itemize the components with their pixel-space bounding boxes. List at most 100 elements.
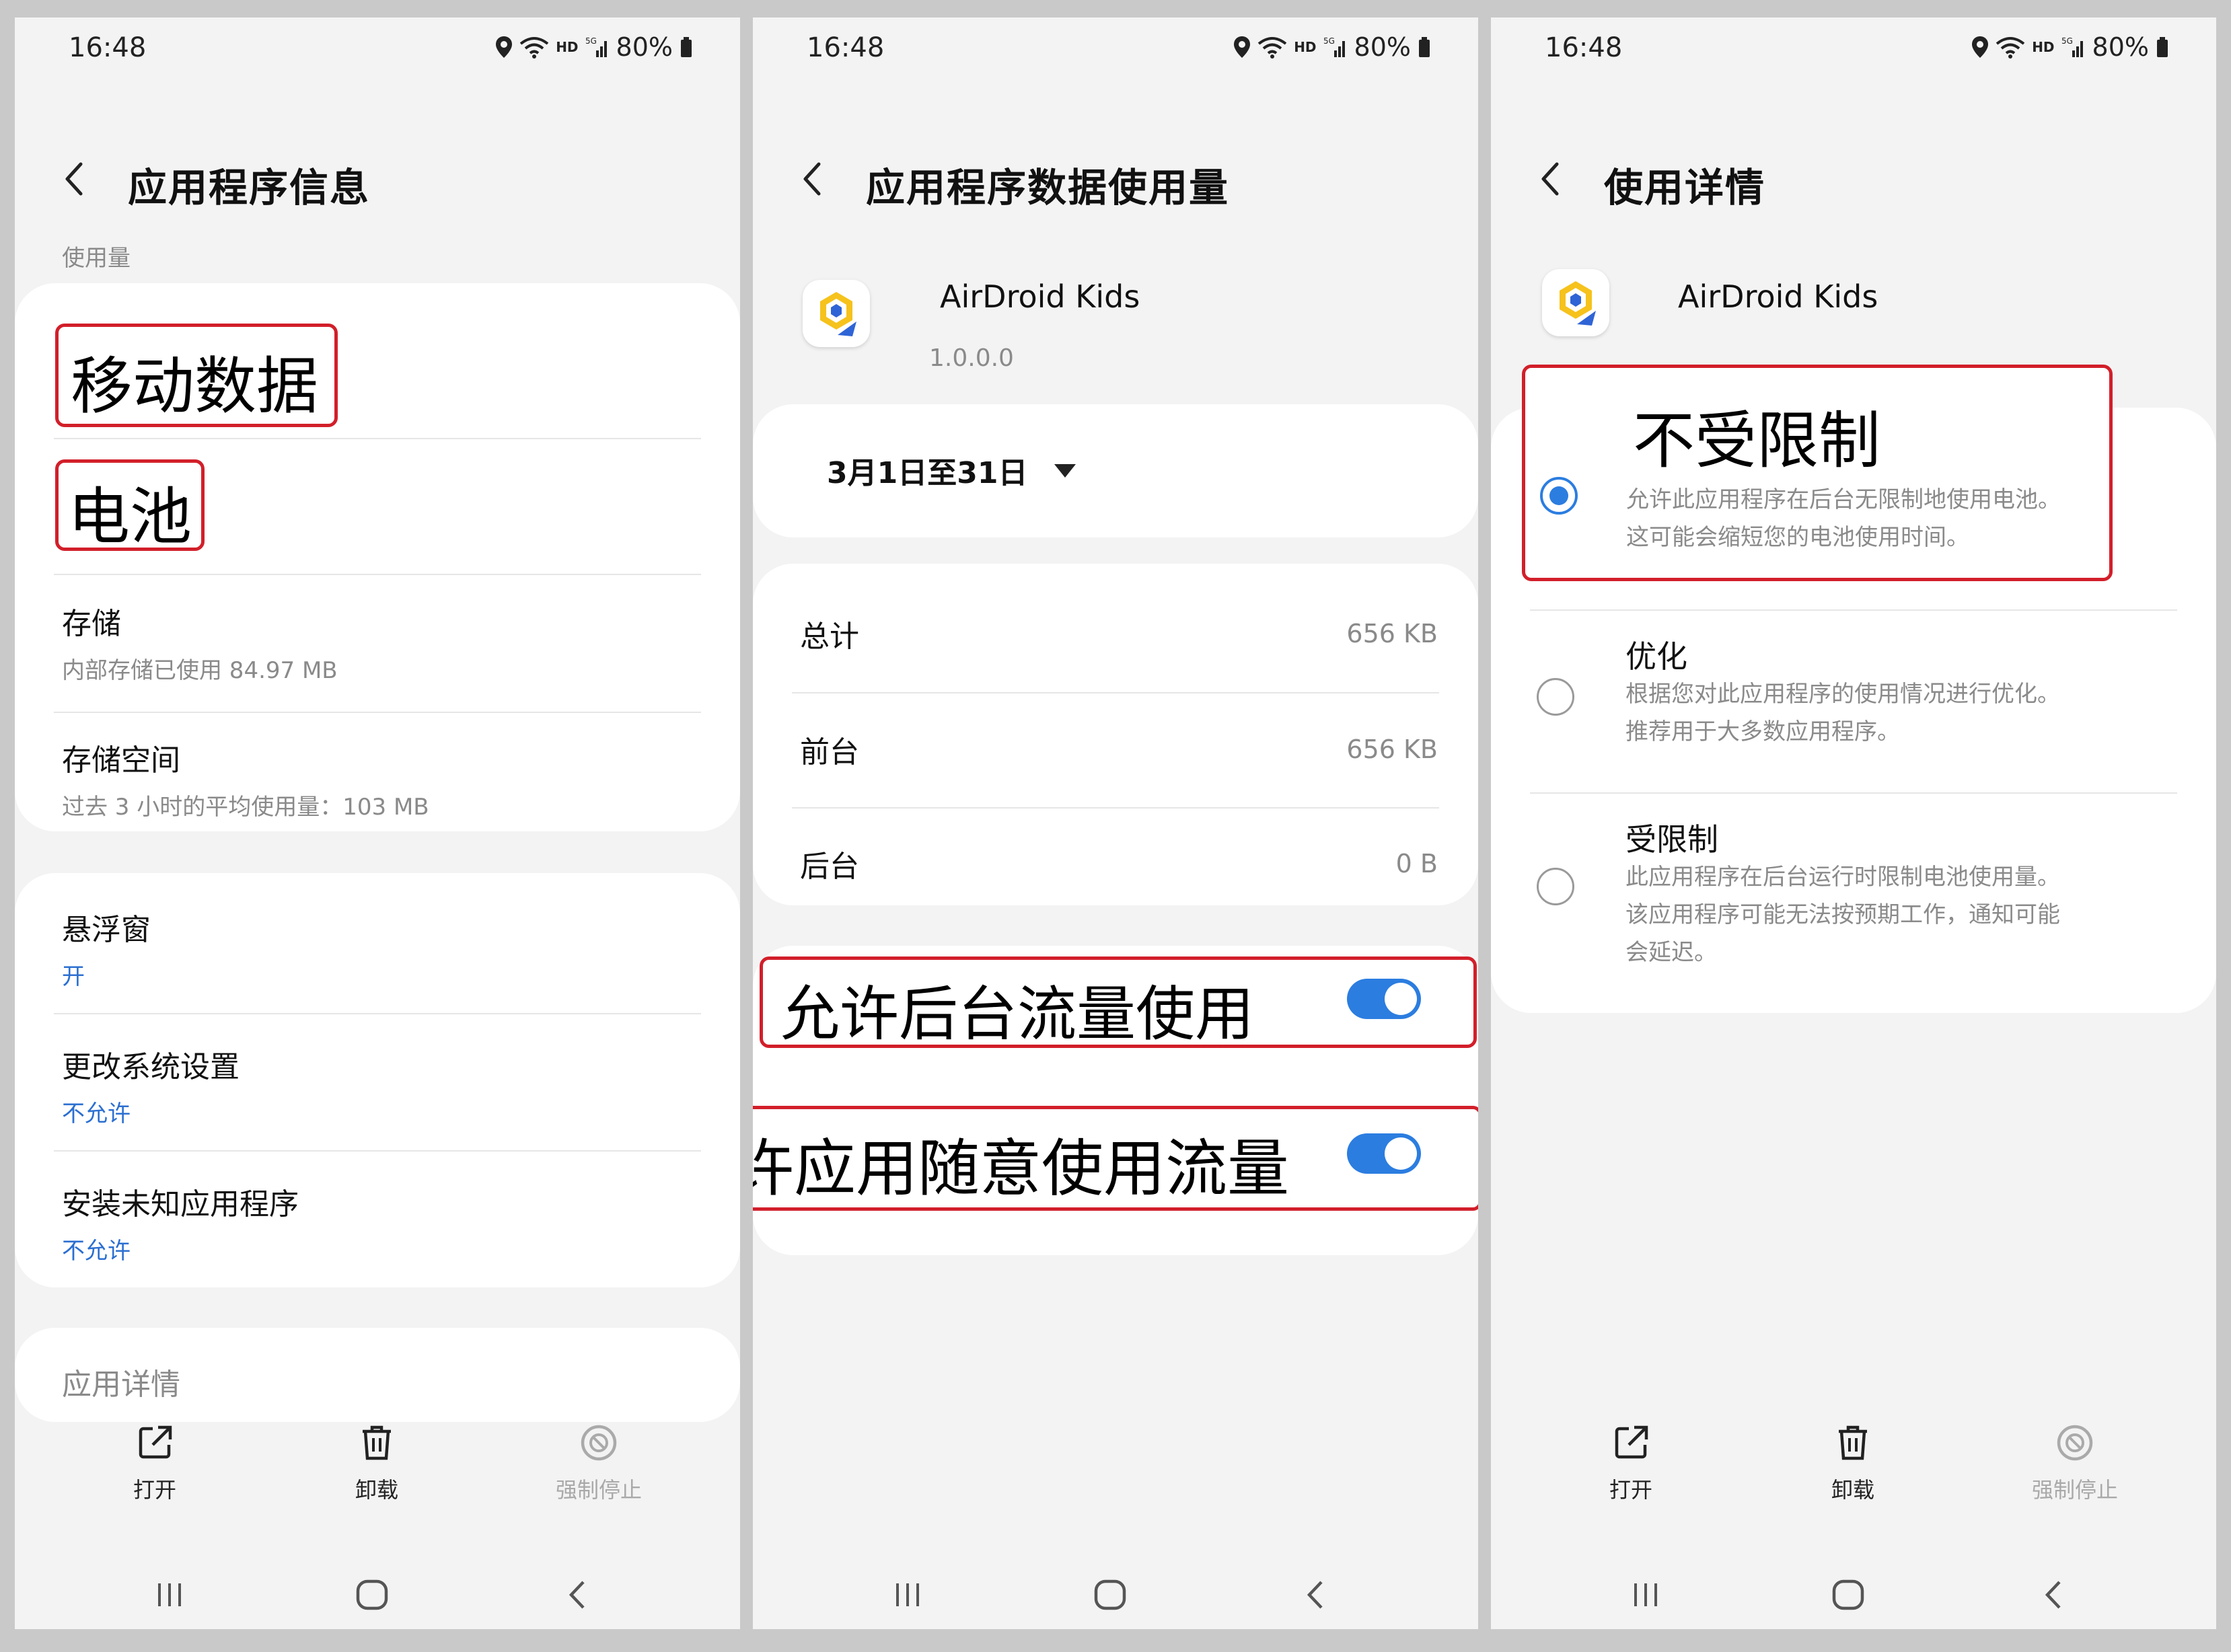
home-icon[interactable] bbox=[1093, 1578, 1128, 1612]
battery-label: 电池 bbox=[68, 481, 192, 553]
recent-apps-icon[interactable] bbox=[891, 1578, 924, 1612]
overlay-item[interactable]: 悬浮窗 开 bbox=[62, 905, 700, 991]
option-unrestricted[interactable]: 不受限制 允许此应用程序在后台无限制地使用电池。 这可能会缩短您的电池使用时间。 bbox=[1522, 365, 2113, 581]
restricted-desc-line3: 会延迟。 bbox=[1625, 939, 1717, 966]
status-bar: 16:48 HD 5G 80% bbox=[15, 17, 740, 85]
open-label: 打开 bbox=[133, 1477, 176, 1503]
uninstall-button[interactable]: 卸载 bbox=[303, 1423, 451, 1504]
memory-item[interactable]: 存储空间 过去 3 小时的平均使用量：103 MB bbox=[62, 736, 700, 821]
wifi-icon bbox=[1996, 37, 2025, 59]
trash-icon bbox=[1839, 1425, 1867, 1460]
wifi-icon bbox=[1257, 37, 1287, 59]
app-icon bbox=[1542, 269, 1609, 336]
battery-percent: 80% bbox=[2092, 32, 2149, 62]
toggle-knob bbox=[1385, 983, 1417, 1015]
navigation-bar bbox=[753, 1565, 1478, 1629]
option-restricted[interactable]: 受限制 此应用程序在后台运行时限制电池使用量。 该应用程序可能无法按预期工作，通… bbox=[1491, 794, 2216, 996]
restricted-desc-line1: 此应用程序在后台运行时限制电池使用量。 bbox=[1625, 864, 2060, 891]
divider bbox=[54, 1013, 701, 1014]
date-range-dropdown[interactable]: 3月1日至31日 bbox=[827, 449, 1078, 492]
navigation-bar bbox=[15, 1565, 740, 1629]
total-value: 656 KB bbox=[1346, 619, 1438, 648]
nav-back-icon[interactable] bbox=[2039, 1578, 2066, 1612]
app-icon bbox=[803, 280, 870, 347]
airdroid-kids-logo-icon bbox=[1560, 281, 1596, 326]
home-icon[interactable] bbox=[1831, 1578, 1866, 1612]
app-name: AirDroid Kids bbox=[940, 278, 1140, 315]
recent-apps-icon[interactable] bbox=[1629, 1578, 1662, 1612]
permissions-card: 悬浮窗 开 更改系统设置 不允许 安装未知应用程序 不允许 bbox=[15, 873, 740, 1287]
signal-icon: 5G bbox=[2061, 36, 2083, 57]
location-icon bbox=[496, 36, 513, 58]
modify-system-settings-status: 不允许 bbox=[62, 1100, 131, 1127]
storage-item[interactable]: 存储 内部存储已使用 84.97 MB bbox=[62, 599, 700, 685]
battery-percent: 80% bbox=[1354, 32, 1411, 62]
open-button[interactable]: 打开 bbox=[1557, 1423, 1705, 1504]
date-range-card: 3月1日至31日 bbox=[753, 404, 1478, 537]
page-title: 应用程序数据使用量 bbox=[866, 165, 1230, 211]
app-name: AirDroid Kids bbox=[1678, 278, 1878, 315]
install-unknown-apps-title: 安装未知应用程序 bbox=[62, 1187, 299, 1222]
back-arrow-icon[interactable] bbox=[793, 159, 834, 199]
unrestricted-desc-line2: 这可能会缩短您的电池使用时间。 bbox=[1626, 524, 1969, 551]
navigation-bar bbox=[1491, 1565, 2216, 1629]
install-unknown-apps-item[interactable]: 安装未知应用程序 不允许 bbox=[62, 1180, 700, 1265]
battery-item[interactable]: 电池 bbox=[55, 459, 205, 553]
overlay-status: 开 bbox=[62, 963, 85, 990]
back-arrow-icon[interactable] bbox=[1531, 159, 1572, 199]
open-external-icon bbox=[1615, 1425, 1648, 1459]
option-optimized[interactable]: 优化 根据您对此应用程序的使用情况进行优化。 推荐用于大多数应用程序。 bbox=[1491, 611, 2216, 791]
unrestricted-desc: 允许此应用程序在后台无限制地使用电池。 这可能会缩短您的电池使用时间。 bbox=[1626, 481, 2137, 556]
app-details-item[interactable]: 应用详情 bbox=[62, 1360, 700, 1403]
optimized-desc-line2: 推荐用于大多数应用程序。 bbox=[1625, 718, 1900, 745]
back-arrow-icon[interactable] bbox=[55, 159, 96, 199]
svg-text:5G: 5G bbox=[2061, 36, 2073, 46]
uninstall-label: 卸载 bbox=[1831, 1477, 1874, 1503]
total-row: 总计 656 KB bbox=[800, 612, 1438, 655]
status-icons: HD 5G 80% bbox=[1233, 32, 1431, 62]
allow-background-data-toggle[interactable] bbox=[1347, 979, 1421, 1019]
memory-title: 存储空间 bbox=[62, 743, 180, 778]
mobile-data-item[interactable]: 移动数据 bbox=[55, 324, 338, 427]
app-details-title: 应用详情 bbox=[62, 1367, 180, 1402]
memory-sub: 过去 3 小时的平均使用量：103 MB bbox=[62, 794, 429, 821]
divider bbox=[54, 438, 701, 439]
status-time: 16:48 bbox=[807, 32, 885, 63]
total-label: 总计 bbox=[800, 620, 859, 654]
nav-back-icon[interactable] bbox=[563, 1578, 590, 1612]
app-bar: 使用详情 bbox=[1491, 139, 2216, 219]
home-icon[interactable] bbox=[355, 1578, 390, 1612]
bottom-action-bar: 打开 卸载 强制停止 bbox=[1491, 1423, 2216, 1531]
bottom-action-bar: 打开 卸载 强制停止 bbox=[15, 1423, 740, 1531]
allow-unrestricted-data-item[interactable]: 允许应用随意使用流量 bbox=[753, 1106, 1478, 1211]
unrestricted-radio[interactable] bbox=[1540, 477, 1578, 515]
divider bbox=[54, 1150, 701, 1152]
open-button[interactable]: 打开 bbox=[81, 1423, 229, 1504]
background-row: 后台 0 B bbox=[800, 842, 1438, 885]
restricted-radio[interactable] bbox=[1537, 868, 1574, 905]
signal-icon: 5G bbox=[585, 36, 607, 57]
network-type: HD bbox=[556, 39, 579, 55]
restricted-desc: 此应用程序在后台运行时限制电池使用量。 该应用程序可能无法按预期工作，通知可能 … bbox=[1625, 858, 2137, 971]
chevron-down-icon bbox=[1054, 464, 1076, 478]
network-type: HD bbox=[2032, 39, 2055, 55]
modify-system-settings-item[interactable]: 更改系统设置 不允许 bbox=[62, 1043, 700, 1128]
force-stop-button[interactable]: 强制停止 bbox=[525, 1423, 673, 1504]
app-info-screen: 16:48 HD 5G 80% 应用程序信息 使用量 移动数据 电池 存储 内部… bbox=[15, 17, 740, 1629]
allow-background-data-item[interactable]: 允许后台流量使用 bbox=[760, 956, 1477, 1049]
recent-apps-icon[interactable] bbox=[153, 1578, 186, 1612]
battery-icon bbox=[681, 37, 692, 57]
nav-back-icon[interactable] bbox=[1301, 1578, 1328, 1612]
usage-breakdown-card: 总计 656 KB 前台 656 KB 后台 0 B bbox=[753, 564, 1478, 905]
signal-icon: 5G bbox=[1323, 36, 1345, 57]
divider bbox=[54, 574, 701, 575]
battery-percent: 80% bbox=[616, 32, 673, 62]
usage-card: 移动数据 电池 存储 内部存储已使用 84.97 MB 存储空间 过去 3 小时… bbox=[15, 283, 740, 831]
location-icon bbox=[1234, 36, 1251, 58]
status-icons: HD 5G 80% bbox=[1971, 32, 2169, 62]
optimized-radio[interactable] bbox=[1537, 678, 1574, 716]
force-stop-button[interactable]: 强制停止 bbox=[2001, 1423, 2149, 1504]
foreground-label: 前台 bbox=[800, 735, 859, 769]
allow-unrestricted-data-toggle[interactable] bbox=[1347, 1133, 1421, 1174]
uninstall-button[interactable]: 卸载 bbox=[1779, 1423, 1927, 1504]
